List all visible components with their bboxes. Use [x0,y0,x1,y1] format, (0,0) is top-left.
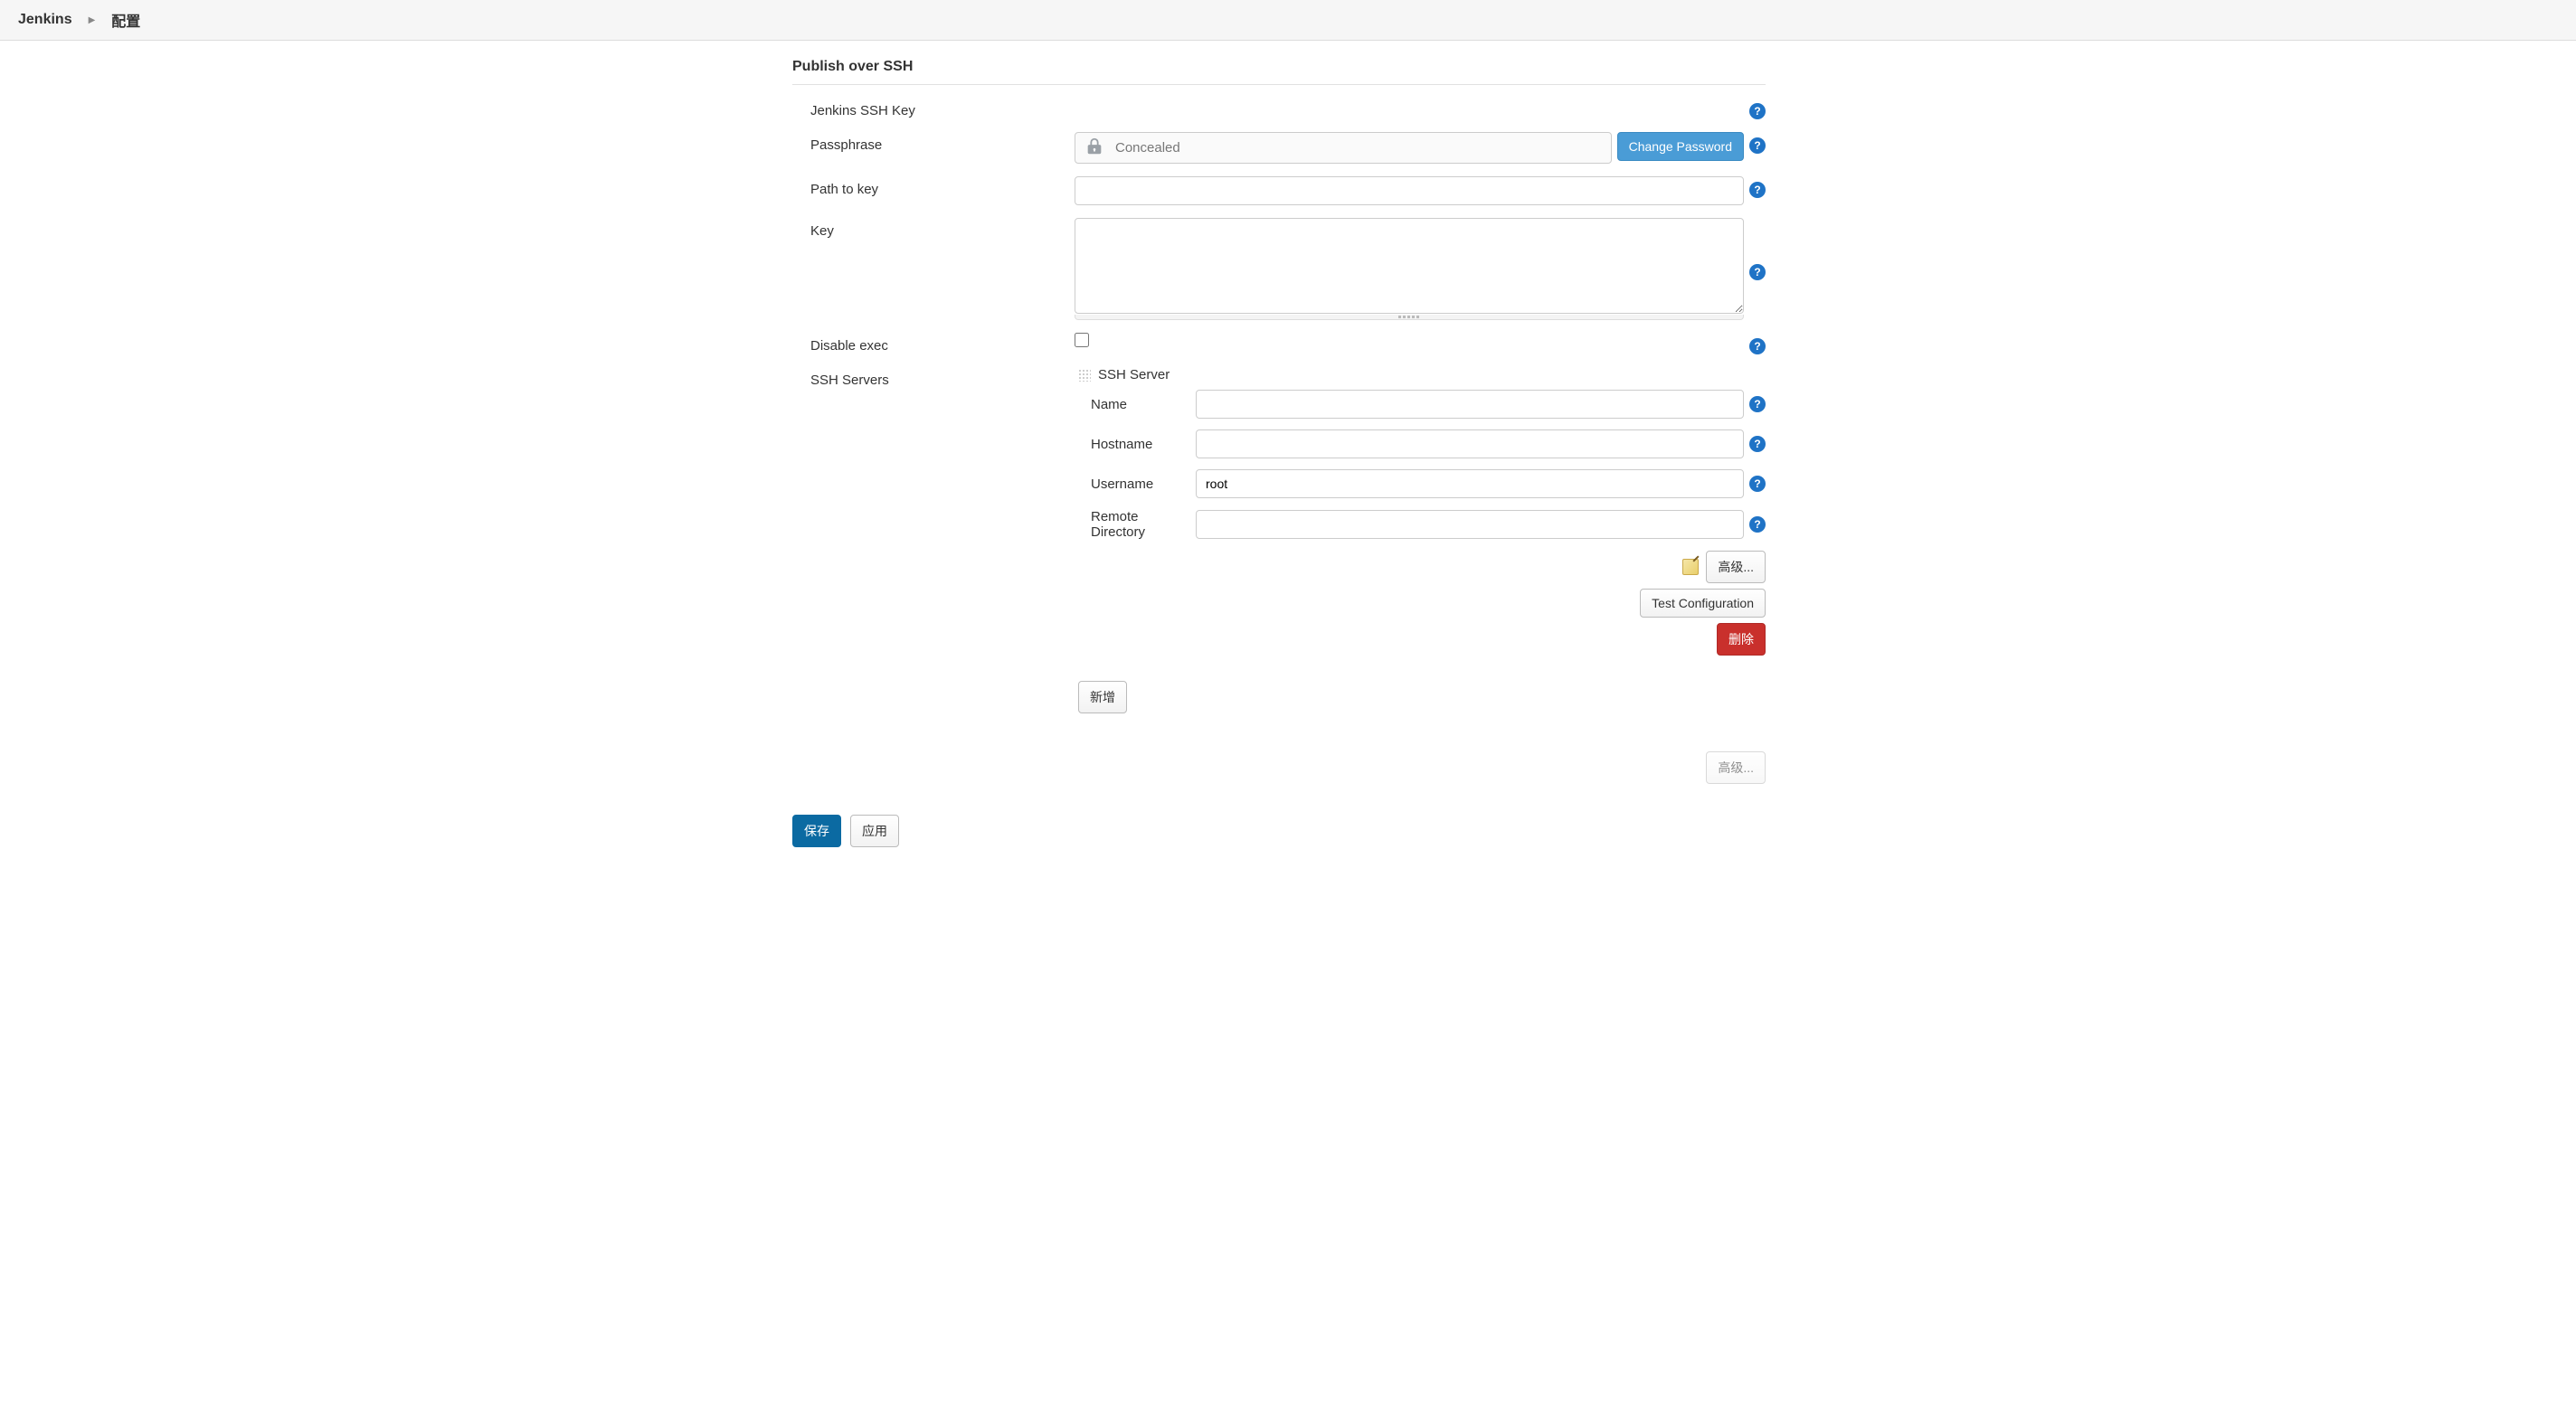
path-to-key-label: Path to key [803,176,1075,197]
help-icon[interactable]: ? [1749,137,1766,154]
advanced-button[interactable]: 高级... [1706,551,1766,583]
help-icon[interactable]: ? [1749,338,1766,354]
disable-exec-label: Disable exec [803,333,1075,354]
add-button[interactable]: 新增 [1078,681,1127,713]
save-button[interactable]: 保存 [792,815,841,847]
disable-exec-checkbox[interactable] [1075,333,1089,347]
breadcrumb: Jenkins ▶ 配置 [0,0,2576,41]
help-icon[interactable]: ? [1749,264,1766,280]
jenkins-ssh-key-label: Jenkins SSH Key [803,98,1075,118]
passphrase-field: Concealed [1075,132,1612,164]
drag-handle-icon[interactable] [1078,369,1091,382]
breadcrumb-separator-icon: ▶ [89,15,96,25]
key-label: Key [803,218,1075,239]
key-textarea[interactable] [1075,218,1744,314]
lock-icon [1084,137,1104,159]
breadcrumb-root[interactable]: Jenkins [18,12,72,28]
help-icon[interactable]: ? [1749,436,1766,452]
name-input[interactable] [1196,390,1744,419]
breadcrumb-page[interactable]: 配置 [111,9,140,31]
section-title: Publish over SSH [792,59,1766,85]
apply-button[interactable]: 应用 [850,815,899,847]
note-icon [1682,559,1699,575]
test-configuration-button[interactable]: Test Configuration [1640,589,1766,618]
remote-directory-label: Remote Directory [1078,509,1190,540]
hostname-input[interactable] [1196,429,1744,458]
help-icon[interactable]: ? [1749,476,1766,492]
help-icon[interactable]: ? [1749,396,1766,412]
passphrase-label: Passphrase [803,132,1075,153]
username-input[interactable] [1196,469,1744,498]
help-icon[interactable]: ? [1749,182,1766,198]
remote-directory-input[interactable] [1196,510,1744,539]
ssh-server-block: SSH Server Name ? Hostname ? Username ? [1078,367,1766,656]
change-password-button[interactable]: Change Password [1617,132,1744,161]
passphrase-concealed-text: Concealed [1115,140,1180,156]
delete-button[interactable]: 删除 [1717,623,1766,656]
advanced-bottom-button[interactable]: 高级... [1706,751,1766,784]
path-to-key-input[interactable] [1075,176,1744,205]
username-label: Username [1078,477,1190,492]
ssh-servers-label: SSH Servers [803,367,1075,388]
hostname-label: Hostname [1078,437,1190,452]
ssh-server-header: SSH Server [1098,367,1170,382]
name-label: Name [1078,397,1190,412]
help-icon[interactable]: ? [1749,516,1766,533]
resize-handle[interactable] [1075,315,1744,320]
help-icon[interactable]: ? [1749,103,1766,119]
